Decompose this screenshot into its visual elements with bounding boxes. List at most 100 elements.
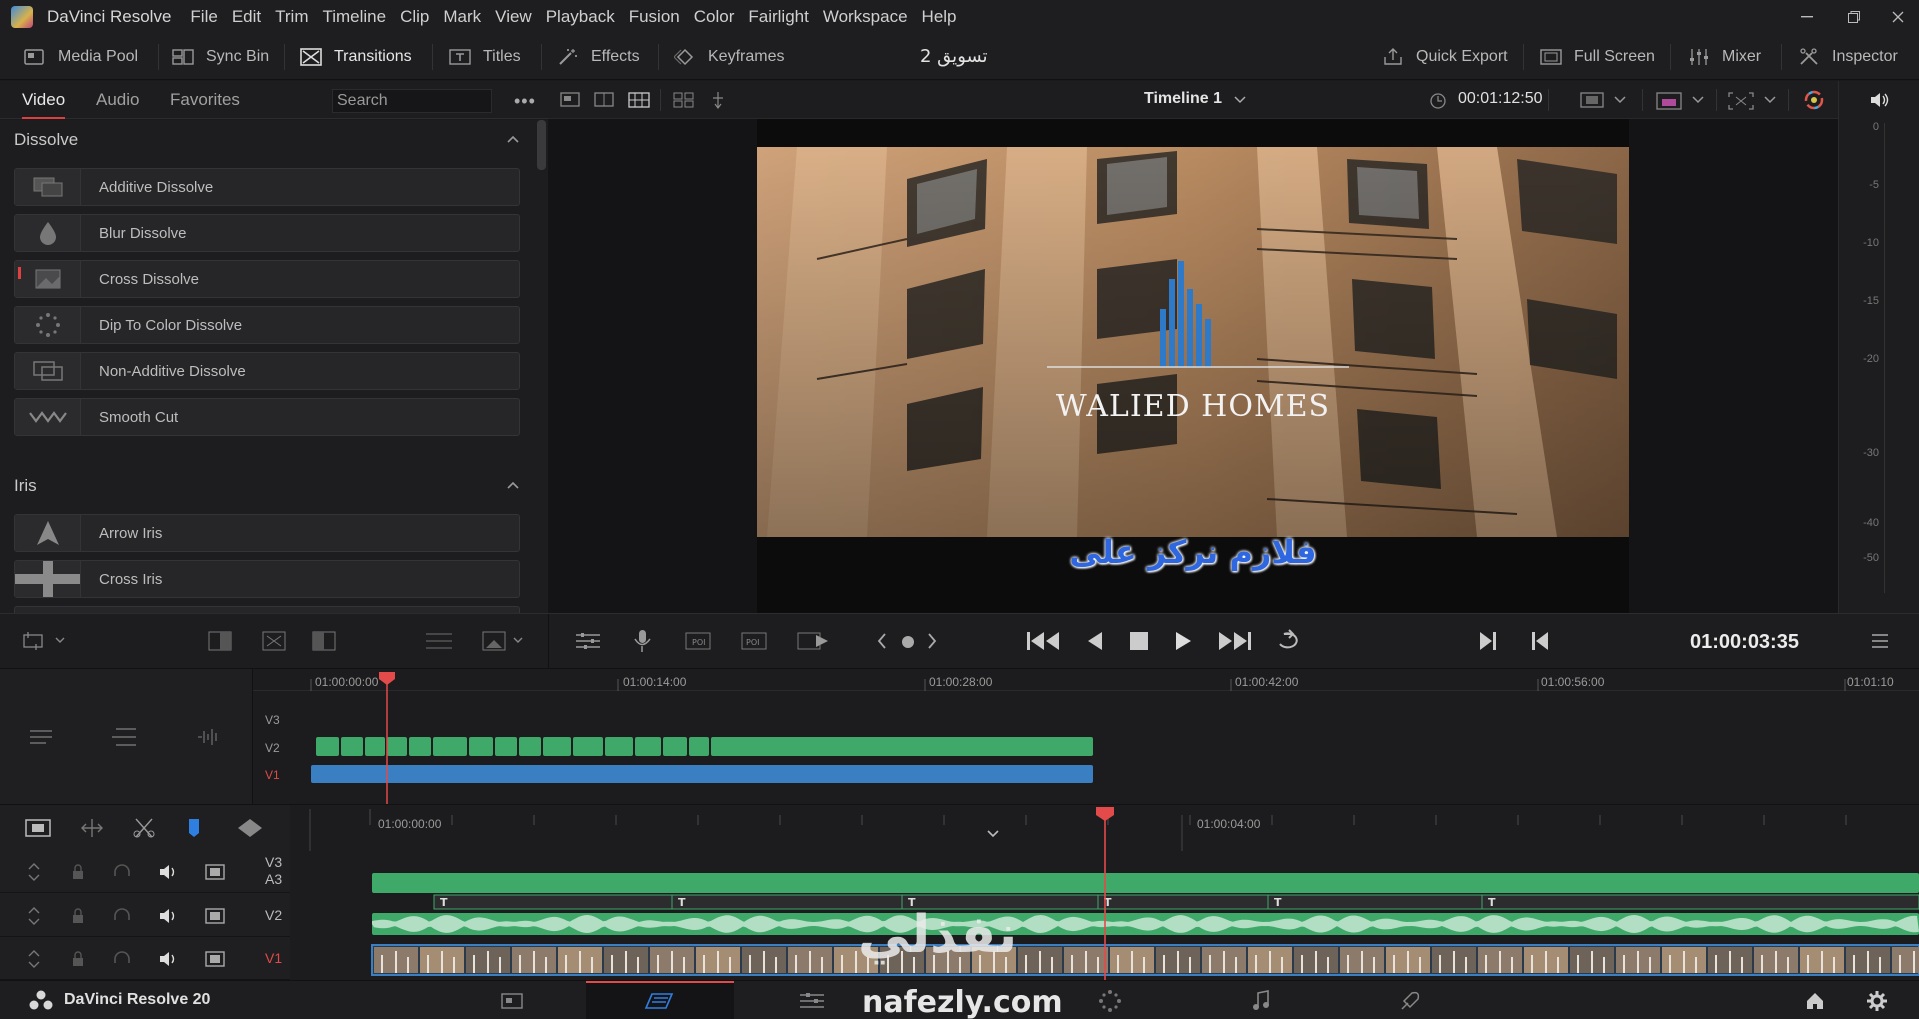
tab-audio[interactable]: Audio — [96, 81, 139, 119]
settings-sliders-icon[interactable] — [574, 630, 602, 652]
trim-end-icon[interactable] — [312, 630, 338, 652]
hamburger-menu-icon[interactable] — [1870, 632, 1890, 650]
effects-scrollbar[interactable] — [537, 120, 546, 170]
menu-file[interactable]: File — [185, 7, 222, 27]
close-icon[interactable] — [1876, 0, 1919, 34]
lock-icon[interactable] — [70, 949, 86, 969]
lock-icon[interactable] — [70, 862, 86, 882]
trim-mode-icon[interactable] — [78, 817, 106, 839]
menu-color[interactable]: Color — [689, 7, 740, 27]
speaker-icon[interactable] — [158, 862, 180, 882]
transform-overlay-icon[interactable] — [1728, 91, 1754, 111]
play-clip-icon[interactable] — [796, 628, 832, 654]
main-timeline[interactable]: 01:00:00:00 01:00:04:00 TTT TTT — [290, 804, 1919, 980]
chevron-down-icon[interactable] — [1764, 95, 1776, 104]
selection-mode-icon[interactable] — [24, 817, 52, 839]
viewer-size-icon[interactable] — [1580, 91, 1604, 109]
stop-icon[interactable] — [1128, 630, 1150, 652]
speaker-icon[interactable] — [1869, 91, 1891, 109]
track-resize-icon[interactable] — [26, 949, 42, 969]
minimize-icon[interactable] — [1785, 0, 1829, 34]
track-resize-icon[interactable] — [26, 862, 42, 882]
menu-playback[interactable]: Playback — [541, 7, 620, 27]
poi-add-icon[interactable]: POI — [740, 628, 772, 654]
chevron-up-icon[interactable] — [506, 134, 520, 144]
menu-clip[interactable]: Clip — [395, 7, 434, 27]
previous-marker-icon[interactable] — [876, 632, 888, 650]
overview-clips[interactable] — [253, 669, 1919, 804]
transitions-button[interactable]: Transitions — [300, 34, 412, 80]
fx-cross-dissolve[interactable]: Cross Dissolve — [14, 260, 520, 298]
headphones-icon[interactable] — [112, 862, 132, 882]
more-options-icon[interactable]: ••• — [514, 91, 536, 112]
headphones-icon[interactable] — [112, 949, 132, 969]
timeline-clips[interactable]: TTT TTT — [290, 805, 1919, 980]
menu-fairlight[interactable]: Fairlight — [743, 7, 813, 27]
restore-icon[interactable] — [1832, 0, 1876, 34]
fx-non-additive-dissolve[interactable]: Non-Additive Dissolve — [14, 352, 520, 390]
fit-icon[interactable] — [262, 630, 288, 652]
filmstrip-view-icon[interactable] — [628, 91, 650, 109]
headphones-icon[interactable] — [112, 906, 132, 926]
dual-viewer-icon[interactable] — [594, 91, 616, 109]
track-resize-icon[interactable] — [26, 906, 42, 926]
speaker-icon[interactable] — [158, 949, 180, 969]
color-wheel-icon[interactable] — [1802, 89, 1826, 111]
menu-help[interactable]: Help — [917, 7, 962, 27]
track-view-icon[interactable] — [110, 725, 140, 749]
home-icon[interactable] — [1804, 990, 1826, 1012]
mixer-button[interactable]: Mixer — [1688, 34, 1761, 80]
menu-edit[interactable]: Edit — [227, 7, 266, 27]
sync-bin-button[interactable]: Sync Bin — [172, 34, 269, 80]
cut-page-icon[interactable] — [644, 991, 676, 1011]
search-input[interactable]: Search — [332, 89, 492, 113]
menu-fusion[interactable]: Fusion — [624, 7, 685, 27]
chevron-up-icon[interactable] — [506, 480, 520, 490]
overview-timeline[interactable]: 01:00:00:00 01:00:14:00 01:00:28:00 01:0… — [253, 669, 1919, 804]
audio-waveform-icon[interactable] — [196, 725, 226, 749]
fx-dip-to-color[interactable]: Dip To Color Dissolve — [14, 306, 520, 344]
inspector-button[interactable]: Inspector — [1798, 34, 1898, 80]
go-to-start-icon[interactable] — [1024, 628, 1062, 654]
keyframes-button[interactable]: Keyframes — [674, 34, 784, 80]
track-height-icon[interactable] — [28, 725, 58, 749]
microphone-icon[interactable] — [630, 628, 656, 654]
next-marker-icon[interactable] — [926, 632, 938, 650]
chevron-down-icon[interactable] — [1614, 95, 1626, 104]
full-screen-button[interactable]: Full Screen — [1540, 34, 1655, 80]
chevron-down-icon[interactable] — [1234, 95, 1246, 104]
fusion-page-icon[interactable] — [1098, 989, 1122, 1013]
play-icon[interactable] — [1172, 628, 1194, 654]
fx-additive-dissolve[interactable]: Additive Dissolve — [14, 168, 520, 206]
media-pool-button[interactable]: Media Pool — [24, 34, 138, 80]
menu-timeline[interactable]: Timeline — [317, 7, 391, 27]
edit-page-icon[interactable] — [798, 991, 826, 1011]
go-to-out-icon[interactable] — [1476, 628, 1500, 654]
film-icon[interactable] — [204, 949, 226, 969]
go-to-in-icon[interactable] — [1528, 628, 1552, 654]
fx-cross-iris[interactable]: Cross Iris — [14, 560, 520, 598]
menu-mark[interactable]: Mark — [438, 7, 486, 27]
zoom-icon[interactable] — [424, 630, 454, 652]
single-viewer-icon[interactable] — [560, 91, 582, 109]
marker-dot-icon[interactable] — [900, 634, 916, 650]
chevron-down-icon[interactable] — [1692, 95, 1704, 104]
film-icon[interactable] — [204, 862, 226, 882]
loop-icon[interactable] — [1274, 628, 1306, 654]
overlay-icon[interactable] — [482, 630, 526, 652]
gear-icon[interactable] — [1866, 990, 1888, 1012]
fx-blur-dissolve[interactable]: Blur Dissolve — [14, 214, 520, 252]
titles-button[interactable]: Titles — [449, 34, 521, 80]
video-preview[interactable]: WALIED HOMES فلازم نركز على — [757, 119, 1629, 613]
timeline-name[interactable]: Timeline 1 — [1144, 90, 1222, 108]
media-page-icon[interactable] — [500, 991, 524, 1011]
trim-start-icon[interactable] — [208, 630, 234, 652]
flag-icon[interactable] — [186, 817, 202, 839]
fx-arrow-iris[interactable]: Arrow Iris — [14, 514, 520, 552]
grid-view-icon[interactable] — [673, 91, 695, 109]
tab-favorites[interactable]: Favorites — [170, 81, 240, 119]
fx-overlay-icon[interactable] — [1656, 91, 1682, 111]
blade-icon[interactable] — [132, 817, 156, 839]
play-reverse-icon[interactable] — [1084, 628, 1106, 654]
effects-button[interactable]: Effects — [557, 34, 640, 80]
